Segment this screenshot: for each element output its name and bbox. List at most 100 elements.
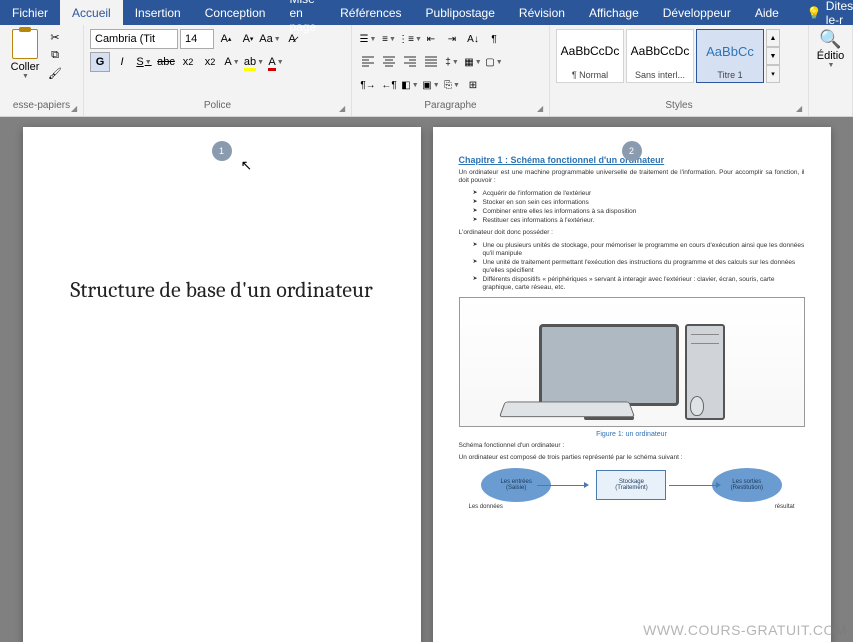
tab-affichage[interactable]: Affichage [577,0,651,25]
align-center-button[interactable] [379,52,399,72]
style-preview: AaBbCcDc [629,32,691,70]
document-area[interactable]: 1 ↖ Structure de base d'un ordinateur 2 … [0,117,853,642]
superscript-button[interactable]: x2 [200,52,220,72]
tab-references[interactable]: Références [328,0,413,25]
para-extra2-button[interactable]: ▣▼ [421,75,441,95]
group-label-clipboard: esse-papiers [6,99,77,112]
tab-fichier[interactable]: Fichier [0,0,60,25]
multilevel-button[interactable]: ⋮≡▼ [400,29,420,49]
page1-title: Structure de base d'un ordinateur [49,275,395,306]
line-spacing-button[interactable]: ‡▼ [442,52,462,72]
tell-me[interactable]: 💡 Dites-le-r [795,0,853,25]
rtl-button[interactable]: ←¶ [379,75,399,95]
page-2[interactable]: 2 Chapitre 1 : Schéma fonctionnel d'un o… [433,127,831,642]
increase-indent-button[interactable]: ⇥ [442,29,462,49]
dialog-launcher-clipboard[interactable]: ◢ [71,104,81,114]
chevron-down-icon: ▼ [828,62,835,69]
page-number-badge: 1 [212,141,232,161]
copy-button[interactable]: ⧉ [46,47,64,63]
decrease-indent-button[interactable]: ⇤ [421,29,441,49]
tab-developpeur[interactable]: Développeur [651,0,743,25]
ribbon: Coller ▼ ✂ ⧉ 🖌 esse-papiers ◢ A▴ A▾ Aa▼ … [0,25,853,117]
tab-publipostage[interactable]: Publipostage [414,0,507,25]
strikethrough-button[interactable]: abc [156,52,176,72]
font-color-button[interactable]: A▼ [266,52,286,72]
gallery-down-button[interactable]: ▼ [766,47,780,65]
style-normal[interactable]: AaBbCcDc ¶ Normal [556,29,624,83]
figure-caption: Figure 1: un ordinateur [459,431,805,438]
dialog-launcher-paragraph[interactable]: ◢ [537,104,547,114]
sort-button[interactable]: A↓ [463,29,483,49]
bullets-button[interactable]: ☰▼ [358,29,378,49]
gallery-up-button[interactable]: ▲ [766,29,780,47]
para-extra1-button[interactable]: ◧▼ [400,75,420,95]
justify-button[interactable] [421,52,441,72]
bulb-icon: 💡 [807,6,822,20]
clear-formatting-button[interactable]: A̷ [282,29,302,49]
bold-button[interactable]: G [90,52,110,72]
menubar: Fichier Accueil Insertion Conception Mis… [0,0,853,25]
align-right-button[interactable] [400,52,420,72]
paste-button[interactable]: Coller ▼ [6,29,44,80]
change-case-button[interactable]: Aa▼ [260,29,280,49]
paste-label: Coller [11,61,40,73]
mouse-cursor-icon: ↖ [241,157,253,174]
tab-mise-en-page[interactable]: Mise en page [277,0,328,25]
computer-figure [459,297,805,427]
subscript-button[interactable]: x2 [178,52,198,72]
list-1: Acquérir de l'information de l'extérieur… [473,190,805,226]
arrow-icon [669,485,717,486]
editing-label: Éditio [817,50,845,62]
dialog-launcher-font[interactable]: ◢ [339,104,349,114]
text-effects-button[interactable]: A▼ [222,52,242,72]
arrow-icon [537,485,585,486]
watermark: WWW.COURS-GRATUIT.COM [643,622,847,638]
sub2: Un ordinateur est composé de trois parti… [459,454,805,462]
numbering-button[interactable]: ≡▼ [379,29,399,49]
group-label-paragraph: Paragraphe [358,99,543,112]
group-label-styles: Styles [556,99,802,112]
shading-button[interactable]: ▦▼ [463,52,483,72]
tab-accueil[interactable]: Accueil [60,0,123,25]
find-button[interactable]: 🔍 Éditio ▼ [815,29,846,69]
list-item: Restituer ces informations à l'extérieur… [473,217,805,225]
tab-insertion[interactable]: Insertion [123,0,193,25]
page-number-badge: 2 [622,141,642,161]
format-painter-button[interactable]: 🖌 [46,65,64,81]
show-marks-button[interactable]: ¶ [484,29,504,49]
highlight-button[interactable]: ab▼ [244,52,264,72]
align-left-button[interactable] [358,52,378,72]
shrink-font-button[interactable]: A▾ [238,29,258,49]
group-font: A▴ A▾ Aa▼ A̷ G I S▼ abc x2 x2 A▼ ab▼ A▼ … [84,25,352,116]
style-preview: AaBbCc [699,32,761,70]
tell-me-label: Dites-le-r [826,0,853,27]
gallery-more-button[interactable]: ▾ [766,65,780,83]
style-preview: AaBbCcDc [559,32,621,70]
para-extra4-button[interactable]: ⊞ [463,75,483,95]
borders-button[interactable]: ▢▼ [484,52,504,72]
tab-aide[interactable]: Aide [743,0,791,25]
list-item: Combiner entre elles les informations à … [473,208,805,216]
font-name-select[interactable] [90,29,178,49]
cut-button[interactable]: ✂ [46,29,64,45]
schema-label: résultat [775,504,795,510]
mid-text: L'ordinateur doit donc posséder : [459,229,805,237]
chevron-down-icon: ▼ [22,73,29,80]
tab-revision[interactable]: Révision [507,0,577,25]
list-item: Acquérir de l'information de l'extérieur [473,190,805,198]
style-sans-interligne[interactable]: AaBbCcDc Sans interl... [626,29,694,83]
ltr-button[interactable]: ¶→ [358,75,378,95]
tab-conception[interactable]: Conception [193,0,278,25]
underline-button[interactable]: S▼ [134,52,154,72]
para-extra3-button[interactable]: ⎘▼ [442,75,462,95]
group-clipboard: Coller ▼ ✂ ⧉ 🖌 esse-papiers ◢ [0,25,84,116]
grow-font-button[interactable]: A▴ [216,29,236,49]
group-editing: 🔍 Éditio ▼ [809,25,853,116]
group-label-font: Police [90,99,345,112]
style-titre1[interactable]: AaBbCc Titre 1 [696,29,764,83]
group-styles: AaBbCcDc ¶ Normal AaBbCcDc Sans interl..… [550,25,809,116]
dialog-launcher-styles[interactable]: ◢ [796,104,806,114]
page-1[interactable]: 1 ↖ Structure de base d'un ordinateur [23,127,421,642]
italic-button[interactable]: I [112,52,132,72]
font-size-select[interactable] [180,29,214,49]
